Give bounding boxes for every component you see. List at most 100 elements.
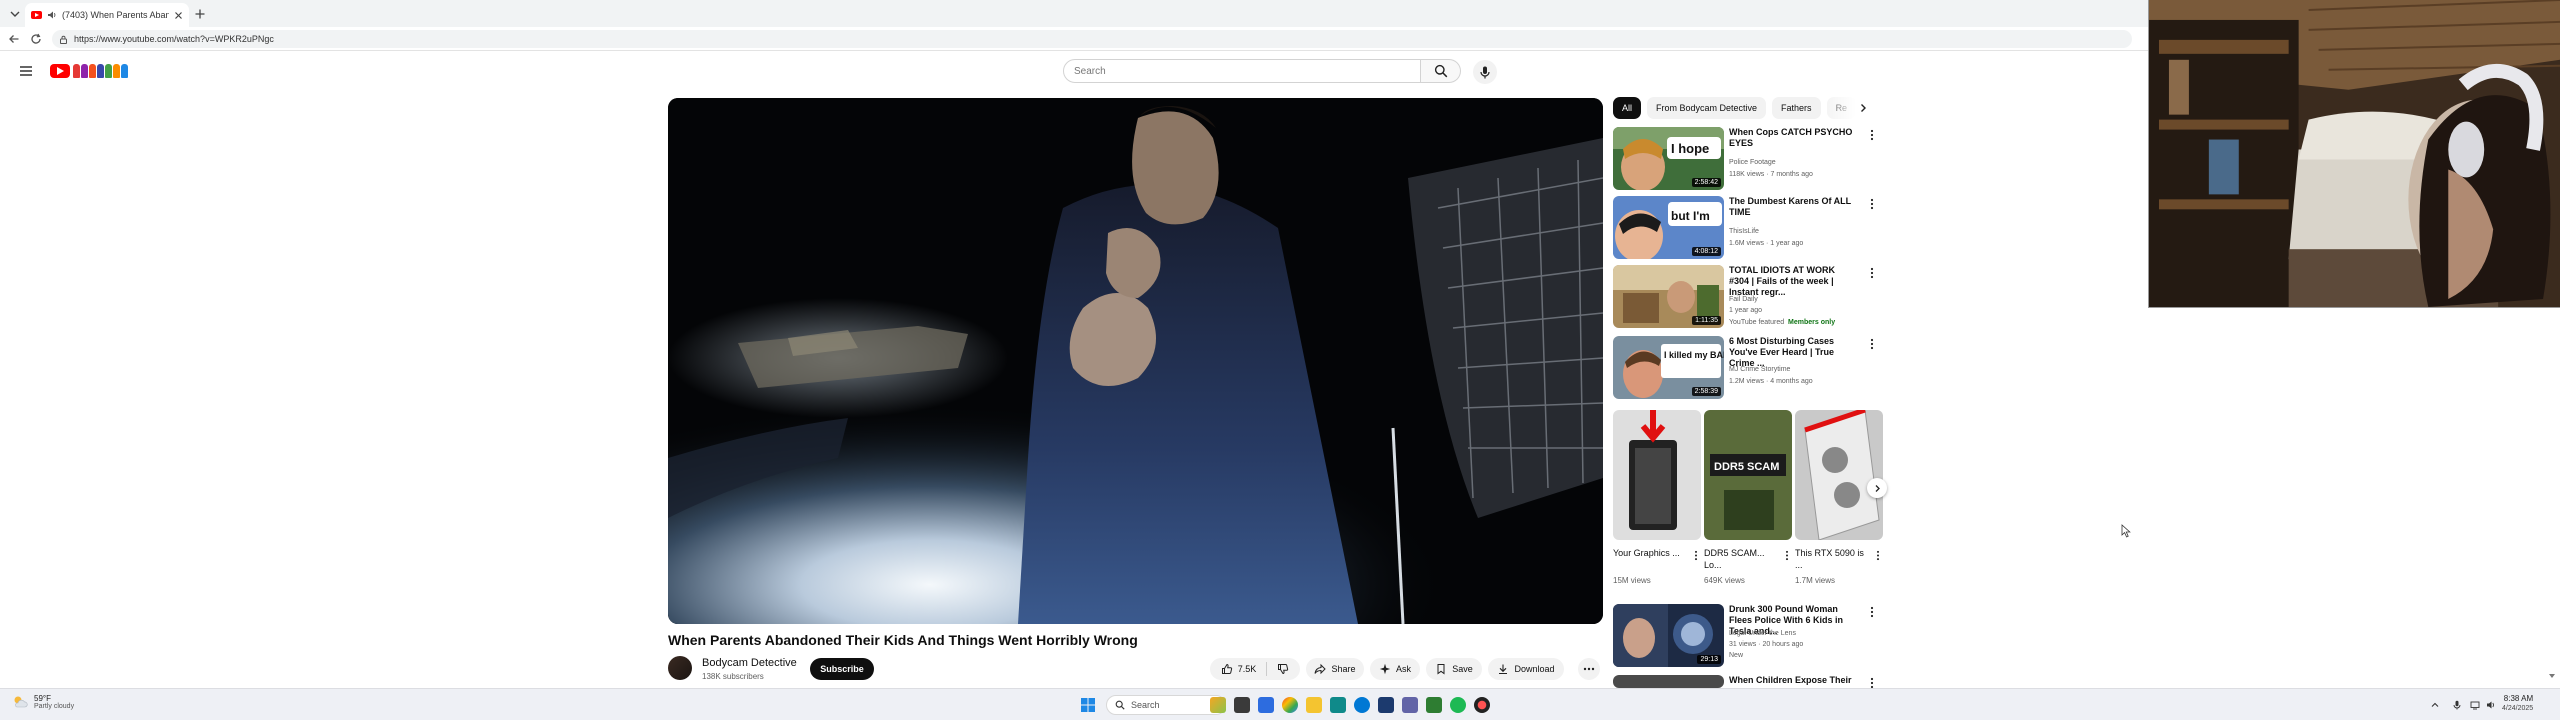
taskbar-app-icon[interactable] xyxy=(1258,697,1274,713)
site-info-icon[interactable] xyxy=(59,35,68,44)
tab-audio-icon[interactable] xyxy=(47,10,57,20)
recommendation-title[interactable]: The Dumbest Karens Of ALL TIME xyxy=(1729,196,1857,218)
save-button[interactable]: Save xyxy=(1426,658,1482,680)
chip-all[interactable]: All xyxy=(1613,97,1642,119)
more-vertical-icon[interactable] xyxy=(1870,198,1874,210)
recommendation-channel[interactable]: Fail Daily xyxy=(1729,296,1758,303)
short-thumbnail[interactable] xyxy=(1795,410,1883,540)
more-vertical-icon[interactable] xyxy=(1870,677,1874,688)
weather-description: Partly cloudy xyxy=(34,703,75,710)
short-thumbnail[interactable]: DDR5 SCAM xyxy=(1704,410,1792,540)
taskbar-app-icon[interactable] xyxy=(1354,697,1370,713)
recommendation-item[interactable]: 1:11:35 TOTAL IDIOTS AT WORK #304 | Fail… xyxy=(1613,265,1885,335)
more-vertical-icon[interactable] xyxy=(1694,550,1698,561)
volume-icon[interactable] xyxy=(2486,700,2496,710)
recommendation-item[interactable]: but I'm 4:08:12 The Dumbest Karens Of AL… xyxy=(1613,196,1885,260)
voice-search-button[interactable] xyxy=(1473,60,1497,84)
recommendation-title[interactable]: 6 Most Disturbing Cases You've Ever Hear… xyxy=(1729,336,1857,369)
task-view-icon[interactable] xyxy=(1234,697,1250,713)
channel-name[interactable]: Bodycam Detective xyxy=(702,657,797,669)
short-title[interactable]: DDR5 SCAM... Lo... xyxy=(1704,547,1776,571)
tab-list-chevron-icon[interactable] xyxy=(9,8,21,20)
browser-tab-active[interactable]: (7403) When Parents Abando... xyxy=(25,3,189,27)
youtube-logo[interactable] xyxy=(50,64,128,78)
search-input[interactable] xyxy=(1074,65,1420,77)
file-explorer-icon[interactable] xyxy=(1306,697,1322,713)
teams-icon[interactable] xyxy=(1402,697,1418,713)
microphone-tray-icon[interactable] xyxy=(2452,700,2462,710)
more-vertical-icon[interactable] xyxy=(1876,550,1880,561)
chip-fathers[interactable]: Fathers xyxy=(1772,97,1821,119)
system-clock[interactable]: 8:38 AM 4/24/2025 xyxy=(2502,694,2533,712)
video-thumbnail[interactable] xyxy=(1613,675,1724,688)
download-button[interactable]: Download xyxy=(1488,658,1564,680)
close-tab-icon[interactable] xyxy=(174,11,183,20)
network-icon[interactable] xyxy=(2470,700,2480,710)
recommendation-item[interactable]: I hope 2:58:42 When Cops CATCH PSYCHO EY… xyxy=(1613,127,1885,191)
recommendation-title[interactable]: When Children Expose Their xyxy=(1729,675,1857,686)
search-box[interactable] xyxy=(1063,59,1421,83)
recommendation-channel[interactable]: MJ Crime Storytime xyxy=(1729,366,1790,373)
short-title[interactable]: This RTX 5090 is ... xyxy=(1795,547,1867,571)
video-thumbnail[interactable]: I killed my BABIES 2:58:39 xyxy=(1613,336,1724,399)
more-vertical-icon[interactable] xyxy=(1870,129,1874,141)
weather-widget[interactable]: 59°F Partly cloudy xyxy=(12,694,74,710)
like-button[interactable]: 7.5K xyxy=(1211,658,1267,680)
chevron-right-icon[interactable] xyxy=(1857,102,1869,114)
back-arrow-icon[interactable] xyxy=(8,33,20,45)
recommendation-meta: 1.6M views · 1 year ago xyxy=(1729,240,1804,247)
more-vertical-icon[interactable] xyxy=(1870,606,1874,618)
recommendation-channel[interactable]: Legal Under the Lens xyxy=(1729,630,1796,637)
more-vertical-icon[interactable] xyxy=(1870,338,1874,350)
short-thumbnail[interactable] xyxy=(1613,410,1701,540)
recommendation-meta: 31 views · 20 hours ago xyxy=(1729,641,1804,648)
more-actions-button[interactable] xyxy=(1578,658,1600,680)
store-icon[interactable] xyxy=(1378,697,1394,713)
tray-chevron-up-icon[interactable] xyxy=(2430,700,2440,710)
mouse-pointer-icon xyxy=(2121,524,2131,538)
save-label: Save xyxy=(1452,664,1473,674)
more-horizontal-icon xyxy=(1583,667,1595,671)
more-vertical-icon[interactable] xyxy=(1870,267,1874,279)
ask-button[interactable]: Ask xyxy=(1370,658,1420,680)
channel-avatar[interactable] xyxy=(668,656,692,680)
new-tab-icon[interactable] xyxy=(194,8,206,20)
recommendation-item[interactable]: When Children Expose Their xyxy=(1613,675,1885,688)
recommendation-item[interactable]: I killed my BABIES 2:58:39 6 Most Distur… xyxy=(1613,336,1885,400)
reload-icon[interactable] xyxy=(30,33,42,45)
chip-from-channel[interactable]: From Bodycam Detective xyxy=(1647,97,1767,119)
windows-start-icon[interactable] xyxy=(1080,697,1096,713)
subscribe-button[interactable]: Subscribe xyxy=(810,658,874,680)
video-thumbnail[interactable]: 1:11:35 xyxy=(1613,265,1724,328)
menu-icon[interactable] xyxy=(18,64,34,78)
video-player[interactable] xyxy=(668,98,1603,624)
edge-icon[interactable] xyxy=(1330,697,1346,713)
thumbnail-caption: I killed my BABIES xyxy=(1664,350,1724,360)
recommendation-meta: 1 year ago xyxy=(1729,307,1763,314)
taskbar-app-icon[interactable] xyxy=(1426,697,1442,713)
scroll-down-icon[interactable] xyxy=(2548,672,2556,680)
more-vertical-icon[interactable] xyxy=(1785,550,1789,561)
share-button[interactable]: Share xyxy=(1306,658,1364,680)
featured-badge: YouTube featured xyxy=(1729,319,1785,326)
address-bar[interactable]: https://www.youtube.com/watch?v=WPKR2uPN… xyxy=(52,30,2132,48)
spotify-icon[interactable] xyxy=(1450,697,1466,713)
chrome-icon[interactable] xyxy=(1282,697,1298,713)
shorts-next-button[interactable] xyxy=(1867,478,1887,498)
video-thumbnail[interactable]: 29:13 xyxy=(1613,604,1724,667)
recommendation-channel[interactable]: Police Footage xyxy=(1729,159,1776,166)
recommendation-channel[interactable]: ThisIsLife xyxy=(1729,228,1759,235)
video-duration: 4:08:12 xyxy=(1691,247,1721,256)
taskbar-app-icon[interactable] xyxy=(1474,697,1490,713)
recommendation-item[interactable]: 29:13 Drunk 300 Pound Woman Flees Police… xyxy=(1613,604,1885,668)
taskbar-app-widget-icon[interactable] xyxy=(1210,697,1226,713)
recommendation-title[interactable]: When Cops CATCH PSYCHO EYES xyxy=(1729,127,1857,149)
doodle-logo-icon xyxy=(73,64,128,78)
search-button[interactable] xyxy=(1421,59,1461,83)
video-thumbnail[interactable]: but I'm 4:08:12 xyxy=(1613,196,1724,259)
taskbar-search[interactable]: Search xyxy=(1106,695,1226,715)
video-thumbnail[interactable]: I hope 2:58:42 xyxy=(1613,127,1724,190)
recommendation-title[interactable]: TOTAL IDIOTS AT WORK #304 | Fails of the… xyxy=(1729,265,1857,298)
short-title[interactable]: Your Graphics ... xyxy=(1613,547,1685,559)
dislike-button[interactable] xyxy=(1267,658,1299,680)
